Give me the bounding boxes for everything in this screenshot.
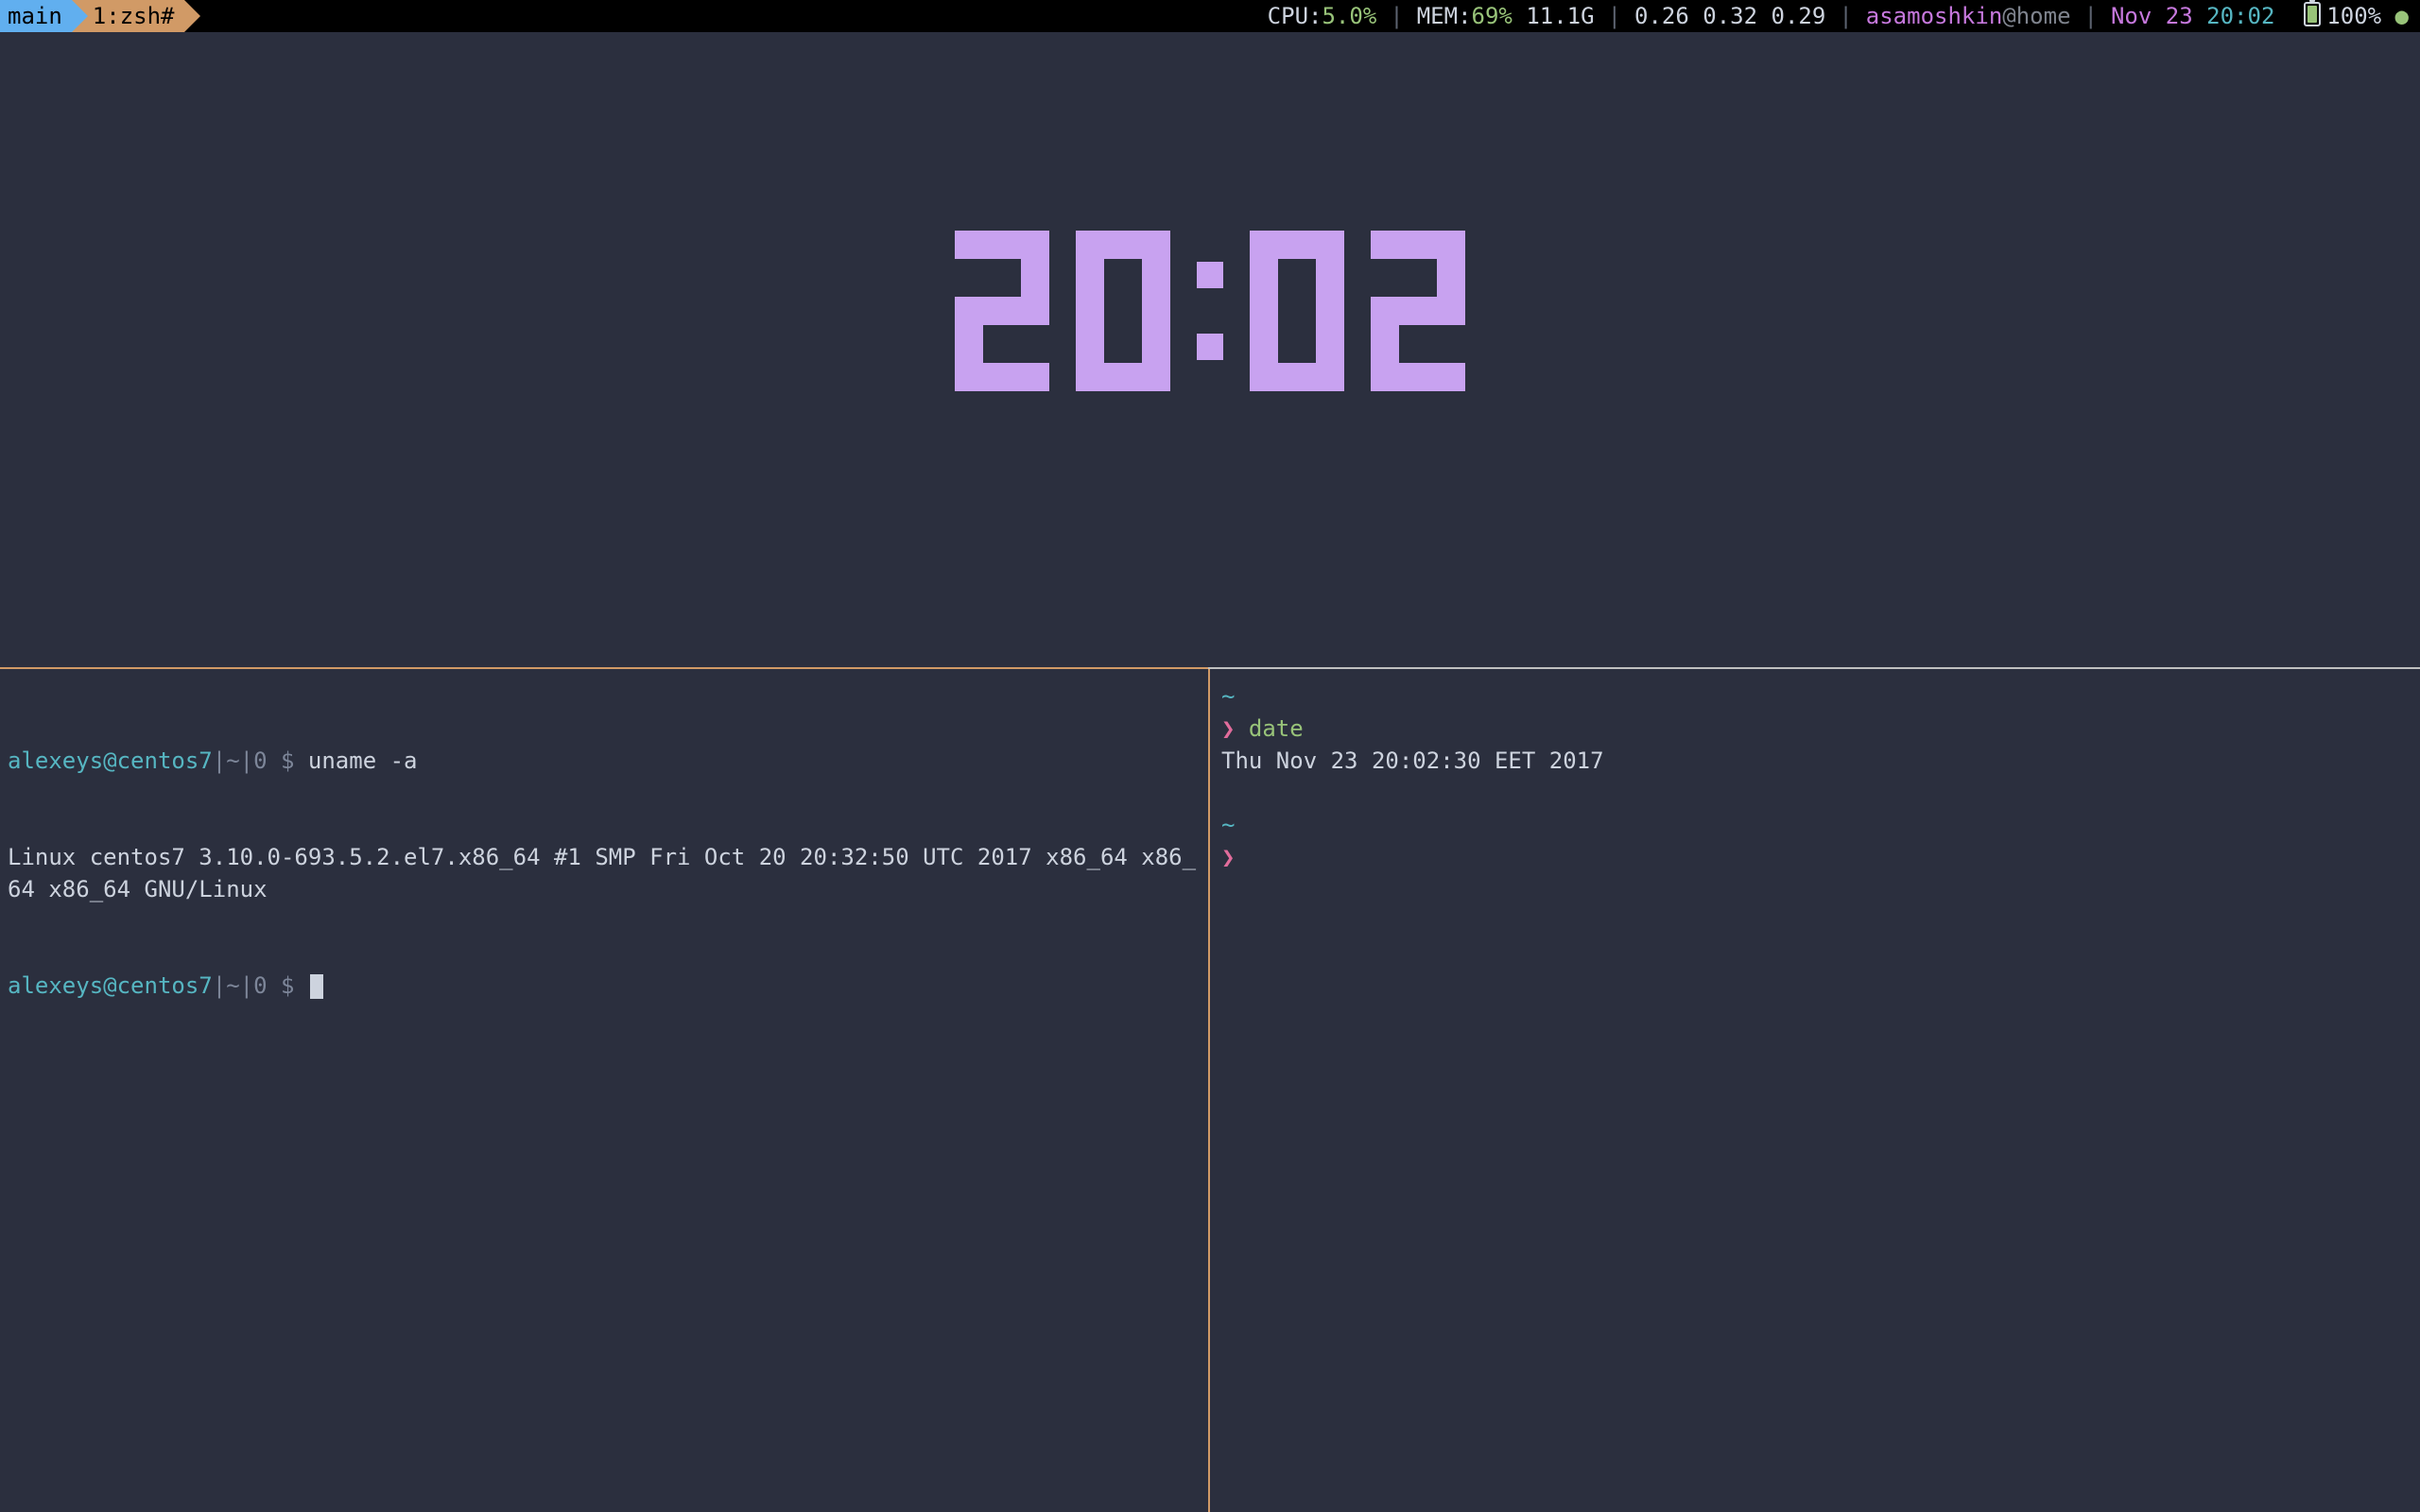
powerline-arrow-icon	[184, 0, 200, 32]
bottom-split: alexeys@centos7|~|0 $ uname -a Linux cen…	[0, 669, 2420, 1512]
cpu-label: CPU:	[1268, 0, 1322, 32]
command-text: date	[1249, 715, 1304, 742]
terminal-line: alexeys@centos7|~|0 $	[8, 970, 1201, 1002]
prompt-user: alexeys@centos7	[8, 747, 213, 774]
cpu-value: 5.0%	[1322, 0, 1376, 32]
prompt-symbol: ❯	[1221, 715, 1235, 742]
prompt-symbol: ❯	[1221, 844, 1235, 870]
separator: |	[1376, 0, 1416, 32]
load-average: 0.26 0.32 0.29	[1634, 0, 1825, 32]
prompt-path: |~|0 $	[213, 972, 308, 999]
mem-value: 69%	[1472, 0, 1512, 32]
pane-left-terminal[interactable]: alexeys@centos7|~|0 $ uname -a Linux cen…	[0, 669, 1208, 1512]
prompt-path: |~|0 $	[213, 747, 308, 774]
prompt-user: alexeys@centos7	[8, 972, 213, 999]
big-clock	[955, 231, 1465, 391]
battery-icon	[2304, 2, 2321, 26]
date-value: Nov 23	[2111, 0, 2193, 32]
cwd-indicator: ~	[1221, 680, 2409, 713]
battery-percent: 100%	[2326, 0, 2381, 32]
command-output: Thu Nov 23 20:02:30 EET 2017	[1221, 745, 2409, 777]
pane-right-terminal[interactable]: ~ ❯ date Thu Nov 23 20:02:30 EET 2017 ~ …	[1210, 669, 2420, 1512]
mem-label: MEM:	[1417, 0, 1472, 32]
mem-total: 11.1G	[1526, 0, 1594, 32]
hostname: @home	[2002, 0, 2070, 32]
clock-colon	[1197, 262, 1223, 360]
separator: |	[1825, 0, 1865, 32]
tmux-status-bar: main 1:zsh# CPU: 5.0% | MEM: 69% 11.1G |…	[0, 0, 2420, 32]
cwd-indicator: ~	[1221, 809, 2409, 841]
separator: |	[2071, 0, 2111, 32]
status-right: CPU: 5.0% | MEM: 69% 11.1G | 0.26 0.32 0…	[1268, 0, 2420, 32]
clock-digit	[1076, 231, 1170, 391]
status-dot-icon: ●	[2395, 0, 2409, 32]
pane-clock[interactable]	[0, 32, 2420, 667]
terminal-line: ❯ date	[1221, 713, 2409, 745]
session-name-segment[interactable]: main	[0, 0, 72, 32]
session-name: main	[8, 0, 62, 32]
terminal-line: ❯	[1221, 841, 2409, 873]
terminal-line: alexeys@centos7|~|0 $ uname -a	[8, 745, 1201, 777]
cursor-icon	[310, 974, 323, 999]
time-value: 20:02	[2206, 0, 2274, 32]
clock-digit	[955, 231, 1049, 391]
clock-digit	[1250, 231, 1344, 391]
command-text: uname -a	[308, 747, 418, 774]
powerline-arrow-icon	[72, 0, 88, 32]
tmux-panes: alexeys@centos7|~|0 $ uname -a Linux cen…	[0, 32, 2420, 1512]
command-output: Linux centos7 3.10.0-693.5.2.el7.x86_64 …	[8, 841, 1201, 905]
separator: |	[1595, 0, 1634, 32]
clock-digit	[1371, 231, 1465, 391]
status-left: main 1:zsh#	[0, 0, 200, 32]
window-label: 1:zsh#	[93, 0, 175, 32]
window-tab[interactable]: 1:zsh#	[72, 0, 184, 32]
username: asamoshkin	[1866, 0, 2003, 32]
